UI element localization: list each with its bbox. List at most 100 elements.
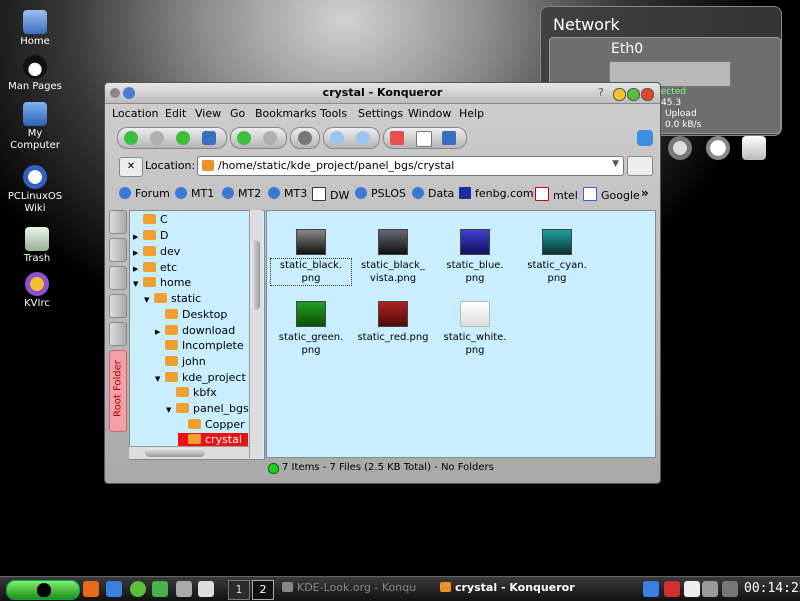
clear-location-button[interactable]: ✕ [119, 157, 143, 177]
menu-tools[interactable]: Tools [320, 107, 347, 120]
help-button[interactable]: ? [598, 86, 604, 99]
minimize-button[interactable] [613, 88, 626, 101]
tree-horizontal-scrollbar[interactable] [129, 446, 249, 459]
tree-item[interactable]: ▶ etc [133, 261, 177, 276]
scrollbar-thumb[interactable] [251, 240, 260, 310]
tree-item[interactable]: Desktop [155, 308, 227, 323]
desktop-icon-my-computer[interactable]: My Computer [0, 102, 75, 152]
expander-icon[interactable]: ▶ [133, 249, 141, 257]
bookmark-dw[interactable]: DW [312, 187, 349, 202]
expander-icon[interactable]: ▼ [155, 375, 163, 383]
desktop-icon-man-pages[interactable]: Man Pages [0, 55, 75, 93]
desktop-icon-kvirc[interactable]: KVIrc [0, 272, 77, 310]
tree-item[interactable]: ▶ download [155, 324, 235, 339]
globe-widget-icon[interactable] [668, 136, 692, 160]
maximize-button[interactable] [627, 88, 640, 101]
desktop-icon-home[interactable]: Home [0, 10, 75, 48]
bookmark-mt1[interactable]: MT1 [175, 187, 214, 200]
preview-view-icon[interactable] [442, 131, 456, 145]
bookmark-pslos[interactable]: PSLOS [355, 187, 406, 200]
icon-view-icon[interactable] [390, 131, 404, 145]
bookmark-mt2[interactable]: MT2 [222, 187, 261, 200]
tree-item[interactable]: kbfx [166, 386, 217, 401]
taskbar-task-active[interactable]: crystal - Konqueror [440, 581, 590, 597]
home-nav-icon[interactable] [202, 131, 216, 145]
menu-view[interactable]: View [195, 107, 221, 120]
quicklaunch-update-icon[interactable] [176, 581, 192, 597]
desktop-icon-pclinuxos-wiki[interactable]: PCLinuxOS Wiki [0, 165, 75, 215]
stop-icon[interactable] [263, 131, 277, 145]
quicklaunch-package-icon[interactable] [152, 581, 168, 597]
menu-location[interactable]: Location [112, 107, 159, 120]
file-item[interactable]: static_black_ vista.png [353, 229, 433, 285]
sidebar-tab-history[interactable] [109, 238, 127, 262]
clock[interactable]: 00:14:22 [744, 581, 800, 596]
tree-item[interactable]: ▼ kde_project [155, 371, 246, 386]
tray-arrow-icon[interactable] [643, 581, 659, 597]
expander-icon[interactable]: ▶ [133, 265, 141, 273]
close-button[interactable] [641, 88, 654, 101]
alarm-clock-icon[interactable] [706, 136, 730, 160]
tray-klipper-icon[interactable] [684, 581, 700, 597]
menu-settings[interactable]: Settings [358, 107, 403, 120]
quicklaunch-star-icon[interactable] [83, 581, 99, 597]
sidebar-tab-search[interactable] [109, 322, 127, 346]
zoom-in-icon[interactable] [330, 131, 344, 145]
menu-help[interactable]: Help [459, 107, 484, 120]
desktop-icon-trash[interactable]: Trash [0, 227, 77, 265]
cut-button[interactable] [290, 127, 320, 149]
zoom-out-icon[interactable] [356, 131, 370, 145]
sidebar-tab-bookmarks[interactable] [109, 210, 127, 234]
tree-item[interactable]: Incomplete [155, 339, 244, 354]
location-input[interactable]: /home/static/kde_project/panel_bgs/cryst… [197, 156, 624, 176]
quicklaunch-window-icon[interactable] [198, 581, 214, 597]
expander-icon[interactable]: ▼ [144, 296, 152, 304]
tree-vertical-scrollbar[interactable] [249, 210, 262, 458]
tray-network-icon[interactable] [702, 581, 718, 597]
kde-gear-icon[interactable] [637, 130, 653, 146]
go-button[interactable] [627, 156, 653, 176]
detail-view-icon[interactable] [416, 131, 432, 147]
tray-display-icon[interactable] [722, 581, 738, 597]
expander-icon[interactable]: ▶ [155, 328, 163, 336]
file-item[interactable]: static_black. png [270, 229, 352, 286]
bookmark-forum[interactable]: Forum [119, 187, 170, 200]
expander-icon[interactable]: ▶ [133, 233, 141, 241]
desktop-pager-1[interactable]: 1 [228, 580, 250, 600]
sidebar-tab-home[interactable] [109, 266, 127, 290]
tree-item[interactable]: C [133, 213, 168, 228]
tree-item[interactable]: john [155, 355, 206, 370]
desktop-pager-2[interactable]: 2 [252, 580, 274, 600]
quicklaunch-gear-icon[interactable] [106, 581, 122, 597]
file-item[interactable]: static_cyan. png [517, 229, 597, 285]
sidebar-tab-network[interactable] [109, 294, 127, 318]
tree-item[interactable]: ▶ D [133, 229, 168, 244]
notes-widget-icon[interactable] [742, 136, 766, 160]
scrollbar-thumb[interactable] [145, 448, 205, 457]
chevron-down-icon[interactable]: ▼ [612, 159, 619, 169]
quicklaunch-mail-icon[interactable] [130, 581, 146, 597]
expander-icon[interactable]: ▼ [133, 280, 141, 288]
forward-icon[interactable] [150, 131, 164, 145]
tree-item[interactable]: ▼ panel_bgs [166, 402, 249, 417]
reload-icon[interactable] [237, 131, 251, 145]
bookmark-mtel[interactable]: mtel [535, 187, 578, 202]
tray-keyboard-icon[interactable] [664, 581, 680, 597]
kmenu-button[interactable] [6, 580, 80, 600]
tree-item[interactable]: ▶ dev [133, 245, 180, 260]
bookmark-mt3[interactable]: MT3 [268, 187, 307, 200]
file-item[interactable]: static_red.png [353, 301, 433, 344]
tree-item[interactable]: ▼ static [144, 292, 201, 307]
taskbar-task[interactable]: KDE-Look.org - Konqu [282, 581, 432, 597]
menu-bookmarks[interactable]: Bookmarks [255, 107, 316, 120]
bookmark-fenbg[interactable]: fenbg.com [459, 187, 534, 200]
window-titlebar[interactable]: crystal - Konqueror ? [105, 83, 660, 104]
menu-window[interactable]: Window [408, 107, 451, 120]
file-item[interactable]: static_blue. png [435, 229, 515, 285]
menu-go[interactable]: Go [230, 107, 245, 120]
bookmark-data[interactable]: Data [412, 187, 454, 200]
bookmarks-more-button[interactable]: » [641, 186, 649, 200]
bookmark-google[interactable]: Google [583, 187, 640, 202]
up-icon[interactable] [176, 131, 190, 145]
menu-edit[interactable]: Edit [165, 107, 186, 120]
